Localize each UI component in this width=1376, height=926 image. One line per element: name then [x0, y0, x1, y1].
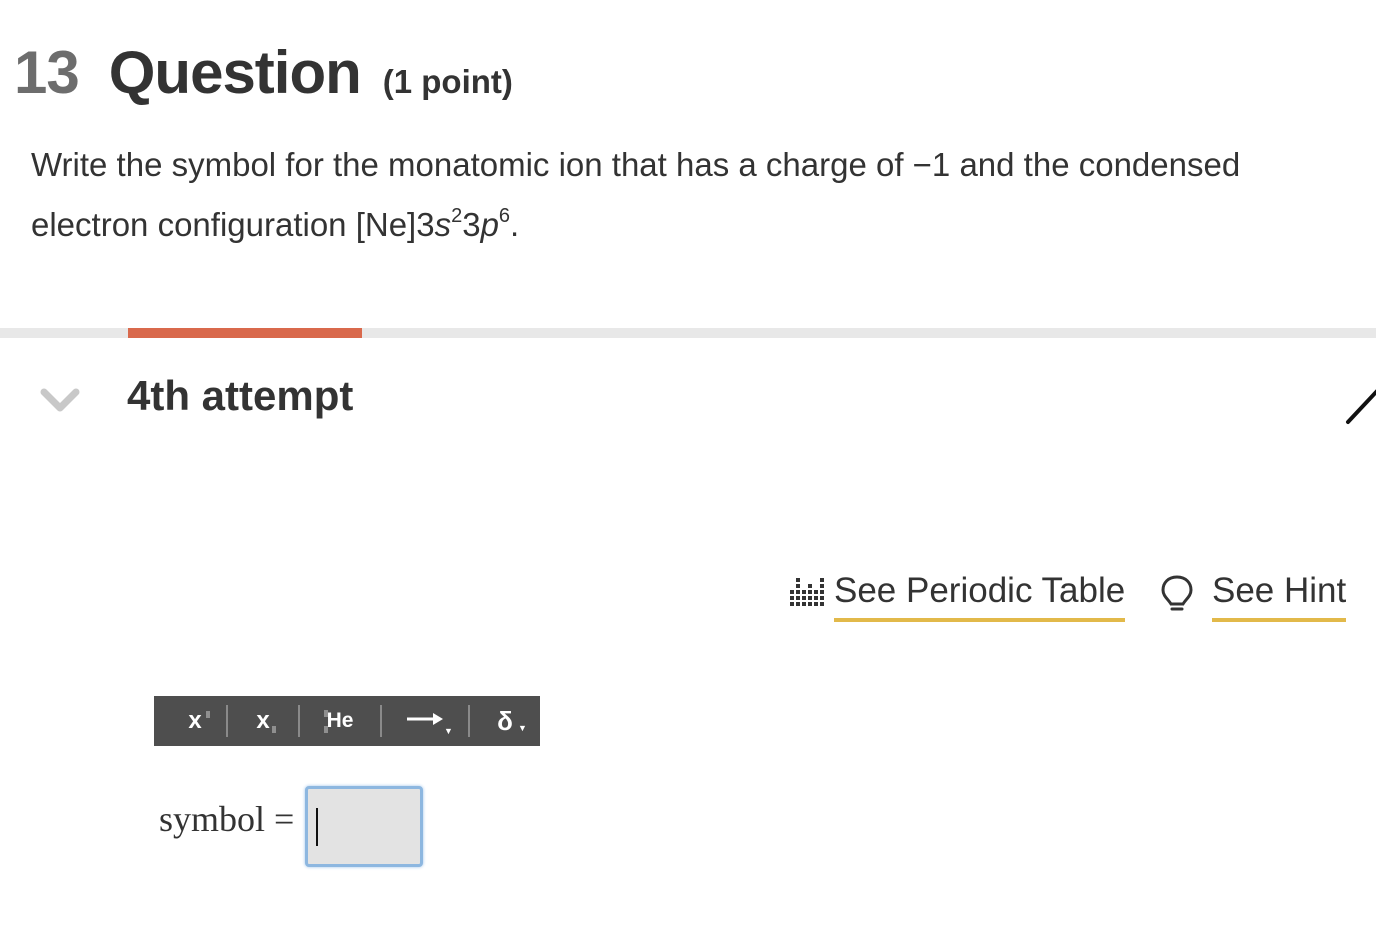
see-periodic-table-link[interactable]: See Periodic Table	[788, 570, 1126, 626]
element-symbol-button[interactable]: He	[300, 696, 380, 746]
symbol-label: symbol =	[159, 799, 295, 839]
chevron-down-icon[interactable]	[38, 380, 82, 420]
periodic-table-icon	[788, 572, 826, 612]
pencil-icon[interactable]	[1344, 384, 1376, 428]
text-caret	[316, 808, 318, 846]
chemistry-toolbar: x x He ▼ δ ▼	[154, 696, 540, 746]
symbol-input[interactable]	[305, 786, 423, 867]
lightbulb-icon	[1160, 574, 1194, 614]
see-periodic-table-label: See Periodic Table	[834, 570, 1126, 622]
attempt-progress-fill	[128, 328, 362, 338]
attempt-label: 4th attempt	[127, 372, 354, 419]
reaction-arrow-button[interactable]: ▼	[382, 696, 468, 746]
superscript-button[interactable]: x	[164, 696, 226, 746]
question-page: 13 Question (1 point) Write the symbol f…	[0, 0, 1376, 926]
dropdown-triangle-icon: ▼	[518, 723, 527, 733]
question-prompt-line2: electron configuration [Ne]3s23p6.	[31, 205, 520, 243]
question-prompt-line1: Write the symbol for the monatomic ion t…	[31, 146, 1241, 183]
see-hint-link[interactable]: See Hint	[1160, 570, 1347, 626]
question-header: 13 Question (1 point)	[14, 38, 513, 107]
subscript-button[interactable]: x	[228, 696, 298, 746]
reaction-arrow-icon	[405, 709, 445, 734]
see-hint-label: See Hint	[1212, 570, 1347, 622]
question-prompt: Write the symbol for the monatomic ion t…	[31, 135, 1331, 255]
question-points: (1 point)	[382, 63, 513, 100]
question-number: 13	[14, 39, 80, 106]
question-title: Question	[108, 39, 362, 106]
delta-button[interactable]: δ ▼	[470, 696, 540, 746]
dropdown-triangle-icon: ▼	[444, 726, 453, 736]
